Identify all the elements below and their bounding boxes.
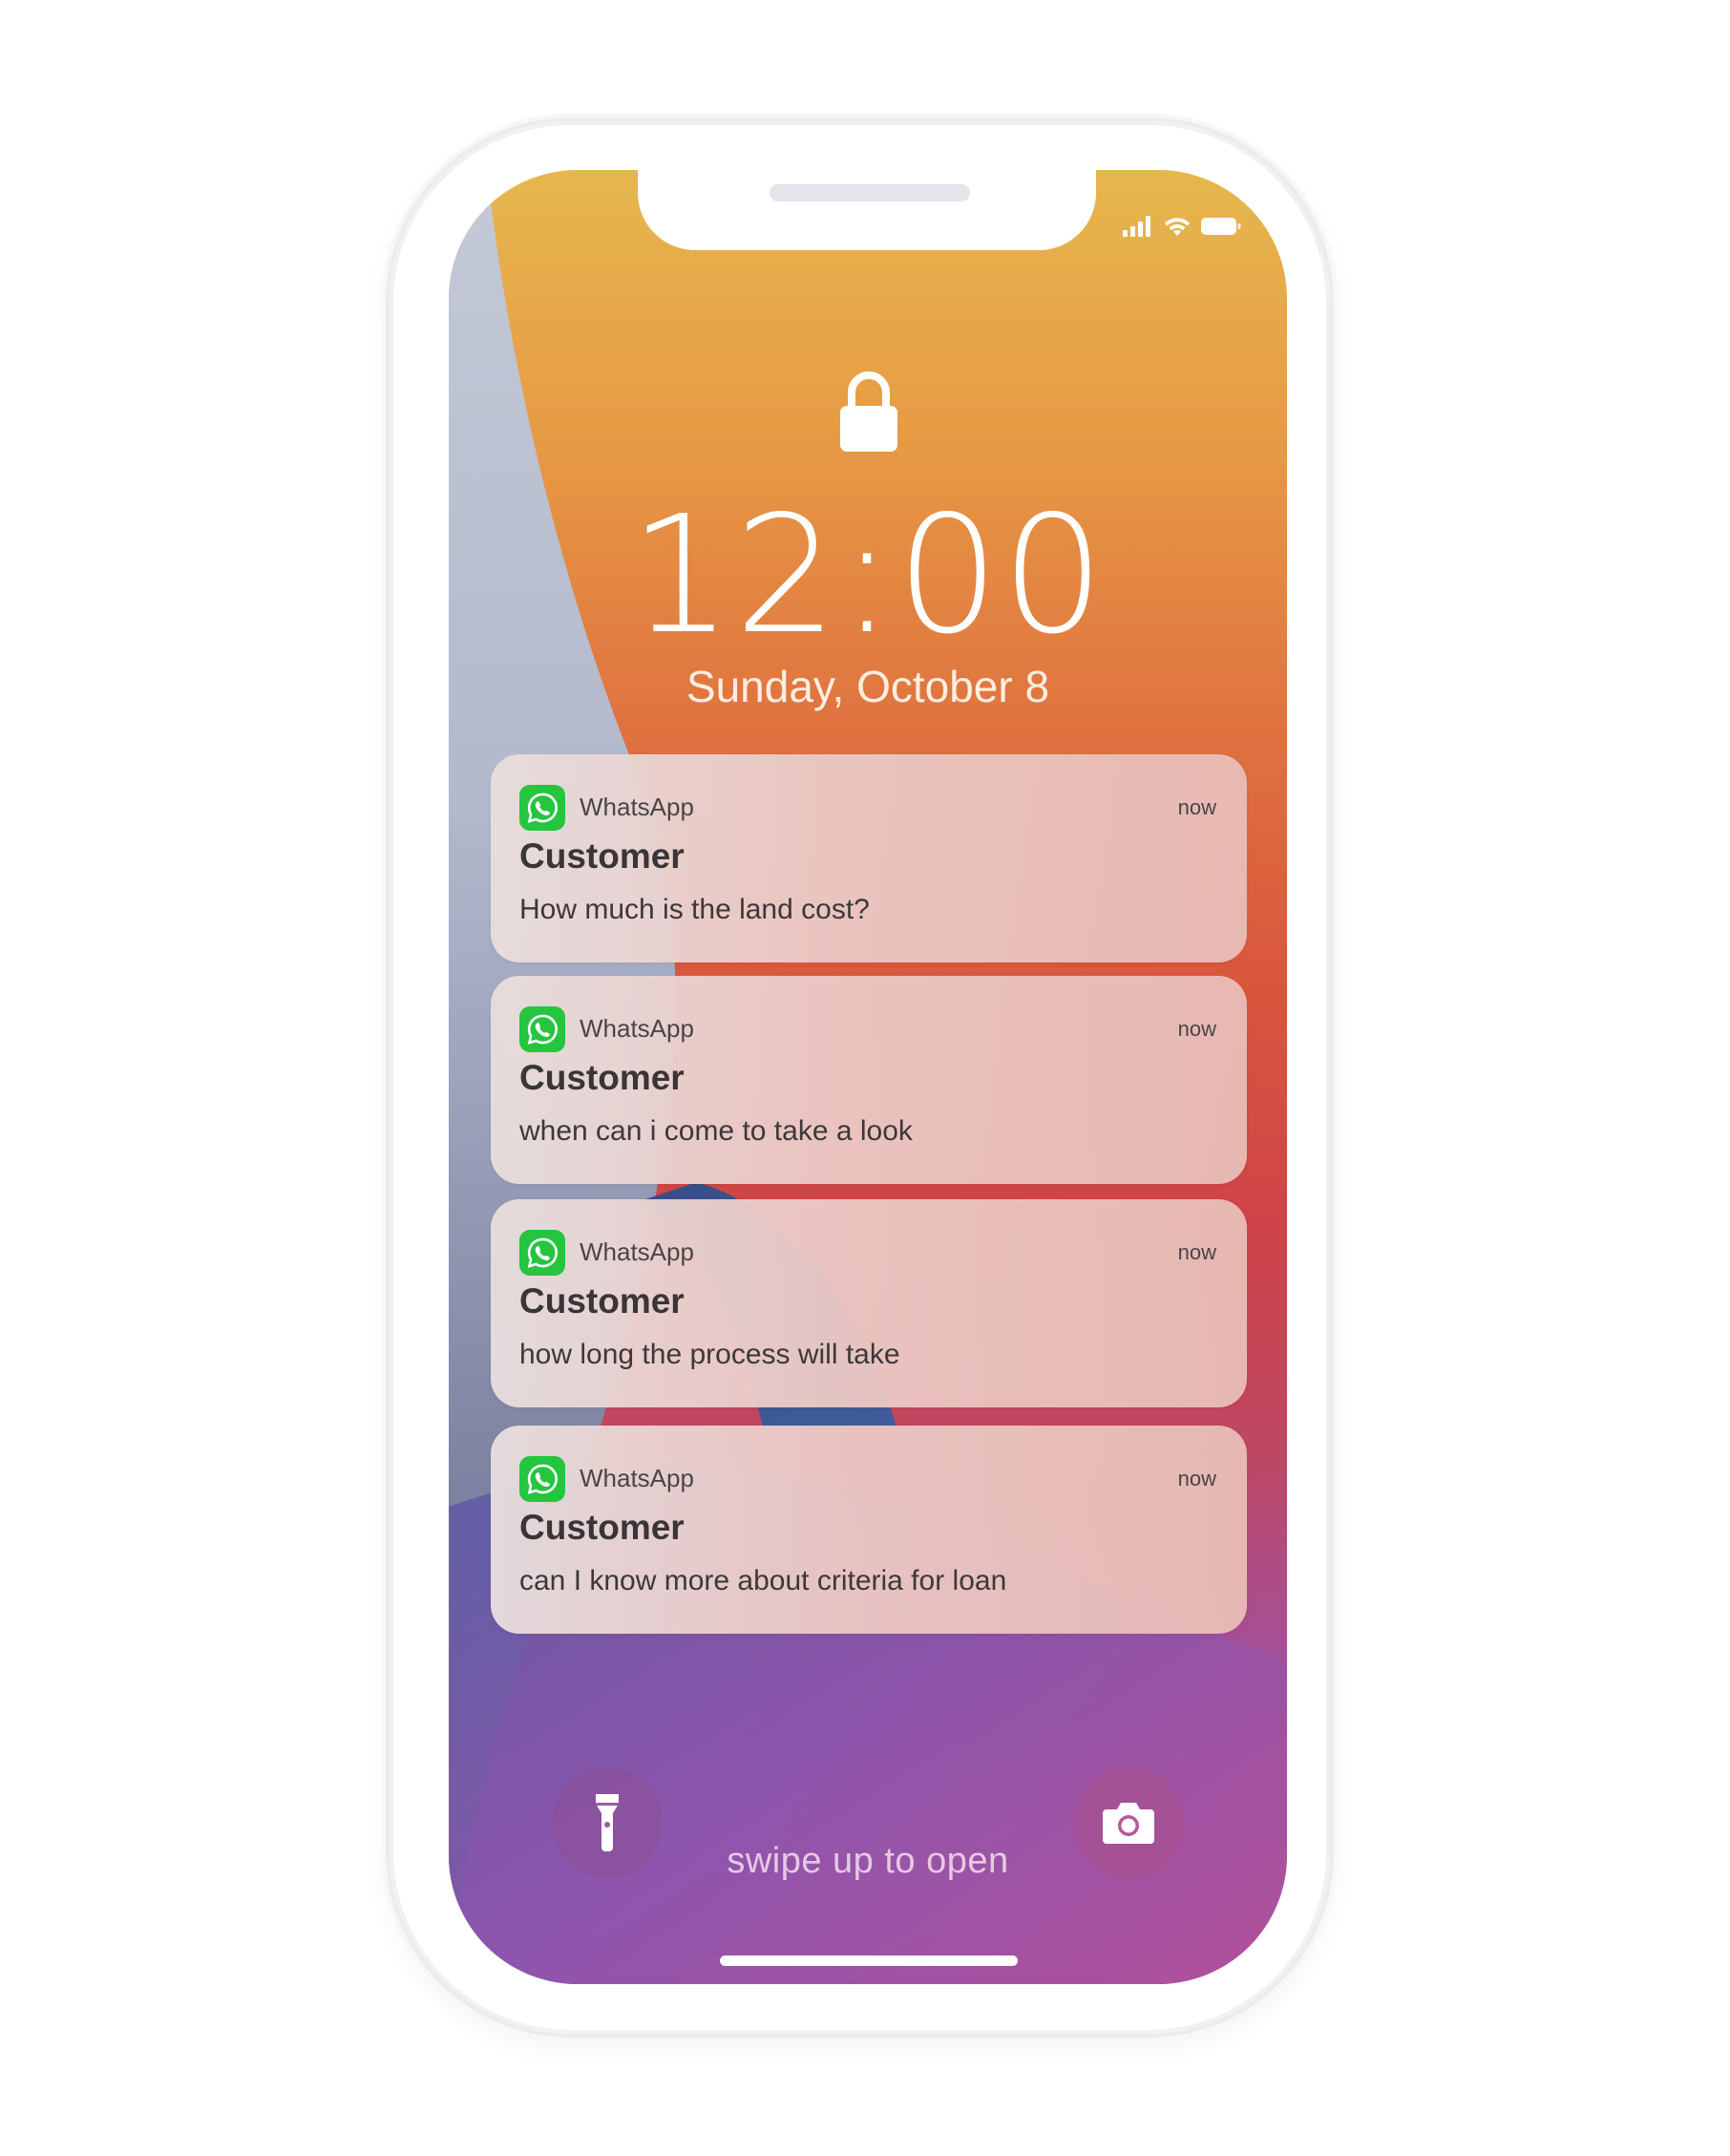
notification-time: now <box>1177 1467 1216 1490</box>
notification-body: how long the process will take <box>519 1339 900 1370</box>
clock-time: 12:00 <box>629 481 1107 670</box>
clock-date: Sunday, October 8 <box>686 662 1050 711</box>
notification-app-name: WhatsApp <box>580 793 694 821</box>
camera-icon <box>1103 1803 1154 1844</box>
notification-body: How much is the land cost? <box>519 894 870 925</box>
notification-title: Customer <box>519 1508 685 1547</box>
notification-card[interactable]: WhatsApp now Customer how long the proce… <box>491 1199 1247 1407</box>
notification-time: now <box>1177 1017 1216 1041</box>
whatsapp-icon <box>519 1456 565 1502</box>
notification-title: Customer <box>519 1058 685 1097</box>
wifi-icon <box>1164 218 1191 236</box>
notification-card[interactable]: WhatsApp now Customer can I know more ab… <box>491 1426 1247 1634</box>
lock-screen: 12:00 Sunday, October 8 WhatsApp now Cus… <box>449 170 1287 1984</box>
notification-card[interactable]: WhatsApp now Customer How much is the la… <box>491 754 1247 962</box>
notification-time: now <box>1177 1240 1216 1264</box>
notification-app-name: WhatsApp <box>580 1014 694 1043</box>
lock-icon <box>840 371 897 452</box>
swipe-hint: swipe up to open <box>727 1841 1009 1881</box>
notification-card[interactable]: WhatsApp now Customer when can i come to… <box>491 976 1247 1184</box>
whatsapp-icon <box>519 1230 565 1276</box>
whatsapp-icon <box>519 1006 565 1052</box>
notification-app-name: WhatsApp <box>580 1237 694 1266</box>
signal-icon <box>1123 216 1150 237</box>
battery-icon <box>1201 218 1241 235</box>
notch <box>638 170 1096 250</box>
notification-body: when can i come to take a look <box>519 1115 913 1147</box>
notification-body: can I know more about criteria for loan <box>519 1565 1007 1596</box>
notification-title: Customer <box>519 836 685 876</box>
home-indicator[interactable] <box>720 1955 1018 1966</box>
notification-app-name: WhatsApp <box>580 1464 694 1492</box>
page: 12:00 Sunday, October 8 WhatsApp now Cus… <box>0 0 1730 2156</box>
speaker <box>770 184 970 201</box>
whatsapp-icon <box>519 785 565 831</box>
notification-time: now <box>1177 795 1216 819</box>
notification-title: Customer <box>519 1281 685 1321</box>
status-bar <box>1123 216 1241 237</box>
